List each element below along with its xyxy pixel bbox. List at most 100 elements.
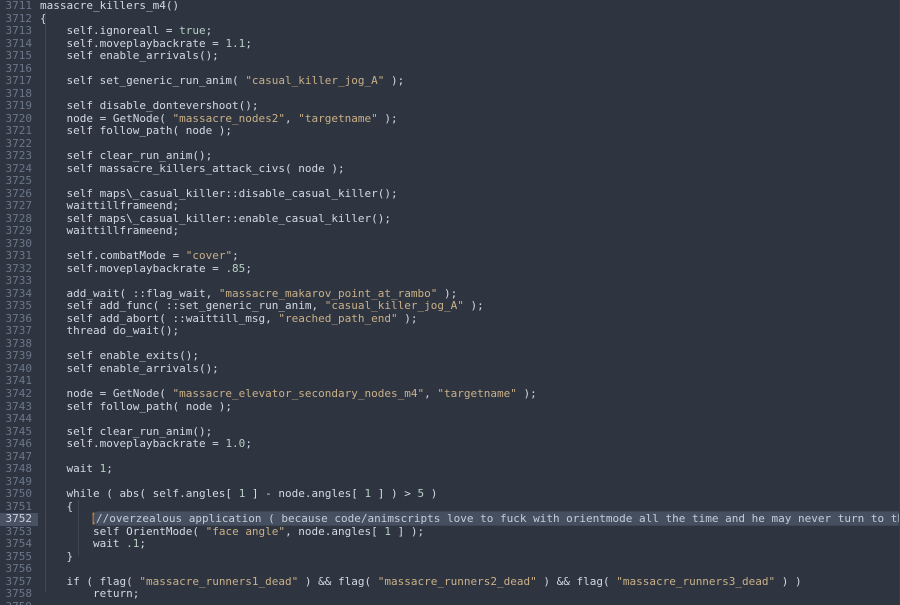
code-line[interactable]: thread do_wait(); bbox=[38, 325, 900, 338]
code-line[interactable]: massacre_killers_m4() bbox=[38, 0, 900, 13]
token-text: ) bbox=[424, 487, 438, 501]
token-text: self add_abort( ::waittill_msg, bbox=[40, 311, 279, 325]
code-line[interactable]: self.moveplaybackrate = .85; bbox=[38, 261, 900, 276]
token-text: massacre_killers_m4() bbox=[40, 0, 180, 12]
token-text: self disable_dontevershoot(); bbox=[40, 99, 259, 113]
line-number-gutter[interactable]: 3711 3712 3713 3714 3715 3716 3717 3718 3719 3720… bbox=[0, 0, 38, 605]
code-line[interactable]: self massacre_killers_attack_civs( node … bbox=[38, 161, 900, 176]
token-number: true bbox=[179, 24, 206, 38]
token-text: ] ); bbox=[391, 524, 425, 538]
line-number[interactable]: 3742 bbox=[0, 387, 38, 401]
token-text: , bbox=[424, 386, 438, 400]
token-string: "targetname" bbox=[437, 386, 517, 400]
line-number[interactable]: 3746 bbox=[0, 438, 38, 451]
line-number[interactable]: 3758 bbox=[0, 588, 38, 601]
line-number[interactable]: 3721 bbox=[0, 125, 38, 138]
token-text: return; bbox=[40, 587, 140, 601]
token-number: .1 bbox=[126, 537, 140, 551]
token-text: self.moveplaybackrate = bbox=[40, 261, 226, 275]
line-number[interactable]: 3725 bbox=[0, 175, 38, 188]
code-line[interactable]: wait .1; bbox=[38, 537, 900, 551]
token-text: self.moveplaybackrate = bbox=[40, 437, 226, 451]
line-number[interactable]: 3715 bbox=[0, 50, 38, 63]
token-text: self enable_exits(); bbox=[40, 349, 199, 363]
code-line[interactable]: waittillframeend; bbox=[38, 225, 900, 238]
token-text: self set_generic_run_anim( bbox=[40, 74, 246, 88]
token-text: self maps\_casual_killer::enable_casual_… bbox=[40, 211, 391, 225]
token-text: ] ) > bbox=[371, 487, 418, 501]
code-line[interactable]: self follow_path( node ); bbox=[38, 399, 900, 414]
line-number-active[interactable]: 3752 bbox=[0, 513, 38, 526]
token-text: ; bbox=[205, 24, 213, 38]
code-line[interactable]: return; bbox=[38, 587, 900, 601]
selected-comment-text: //overzealous application ( because code… bbox=[93, 512, 900, 526]
token-text: ); bbox=[397, 311, 418, 325]
token-text: self add_func( ::set_generic_run_anim, bbox=[40, 299, 325, 313]
token-number: 1.0 bbox=[225, 437, 246, 451]
token-text: ; bbox=[245, 36, 252, 50]
code-line[interactable]: self.moveplaybackrate = 1.0; bbox=[38, 437, 900, 451]
token-text: node = GetNode( bbox=[40, 386, 173, 400]
code-line[interactable]: while ( abs( self.angles[ 1 ] - node.ang… bbox=[38, 487, 900, 501]
code-line[interactable]: self enable_arrivals(); bbox=[38, 49, 900, 63]
line-number[interactable]: 3759 bbox=[0, 600, 38, 605]
token-string: "massacre_elevator_secondary_nodes_m4" bbox=[172, 386, 425, 400]
code-line[interactable] bbox=[38, 601, 900, 605]
token-string: "cover" bbox=[185, 249, 233, 263]
token-text: add_wait( ::flag_wait, bbox=[40, 286, 219, 300]
line-number[interactable]: 3723 bbox=[0, 150, 38, 163]
token-text: self clear_run_anim(); bbox=[40, 424, 213, 438]
token-text: ) ) bbox=[775, 574, 802, 588]
code-line[interactable]: wait 1; bbox=[38, 462, 900, 476]
code-line[interactable]: self enable_arrivals(); bbox=[38, 362, 900, 376]
token-text: ); bbox=[437, 286, 458, 300]
code-line[interactable]: } bbox=[38, 550, 900, 564]
token-string: "massacre_makarov_point_at_rambo" bbox=[218, 286, 438, 300]
token-number: .85 bbox=[225, 261, 246, 275]
line-number[interactable]: 3735 bbox=[0, 300, 38, 313]
token-string: "massacre_runners1_dead" bbox=[139, 574, 299, 588]
line-number[interactable]: 3711 bbox=[0, 0, 38, 13]
token-text: ); bbox=[377, 111, 398, 125]
token-text: ; bbox=[245, 437, 252, 451]
line-number[interactable]: 3756 bbox=[0, 563, 38, 576]
code-line[interactable]: self set_generic_run_anim( "casual_kille… bbox=[38, 74, 900, 88]
code-line[interactable]: self OrientMode( "face angle", node.angl… bbox=[38, 524, 900, 539]
line-number[interactable]: 3727 bbox=[0, 200, 38, 213]
token-text: ); bbox=[384, 74, 405, 88]
token-text: self enable_arrivals(); bbox=[40, 49, 219, 63]
token-text: self clear_run_anim(); bbox=[40, 149, 213, 163]
token-text: self follow_path( node ); bbox=[40, 124, 233, 138]
token-text: self massacre_killers_attack_civs( node … bbox=[40, 161, 345, 175]
indent-guide bbox=[78, 500, 79, 556]
token-text: self.combatMode = bbox=[40, 249, 186, 263]
token-text: ); bbox=[463, 299, 484, 313]
token-text: , bbox=[285, 111, 299, 125]
token-text: , node.angles[ bbox=[285, 524, 385, 538]
token-text: waittillframeend; bbox=[40, 199, 180, 213]
token-text: waittillframeend; bbox=[40, 224, 180, 238]
line-number[interactable]: 3744 bbox=[0, 412, 38, 426]
line-number[interactable]: 3731 bbox=[0, 250, 38, 263]
token-text: ; bbox=[139, 537, 146, 551]
line-number[interactable]: 3754 bbox=[0, 538, 38, 551]
line-number[interactable]: 3719 bbox=[0, 100, 38, 113]
token-text: self follow_path( node ); bbox=[40, 399, 233, 413]
code-line[interactable] bbox=[38, 451, 900, 464]
token-number: 1.1 bbox=[225, 36, 246, 50]
line-number[interactable]: 3713 bbox=[0, 25, 38, 38]
line-number[interactable]: 3750 bbox=[0, 488, 38, 501]
code-line[interactable]: self follow_path( node ); bbox=[38, 124, 900, 138]
token-text: self maps\_casual_killer::disable_casual… bbox=[40, 186, 398, 200]
line-number[interactable]: 3733 bbox=[0, 275, 38, 288]
code-content-area[interactable]: massacre_killers_m4(){ self.ignoreall = … bbox=[38, 0, 900, 605]
code-editor[interactable]: 3711 3712 3713 3714 3715 3716 3717 3718 3719 3720… bbox=[0, 0, 900, 605]
token-text: ; bbox=[245, 261, 252, 275]
line-number[interactable]: 3717 bbox=[0, 75, 38, 88]
line-number[interactable]: 3729 bbox=[0, 225, 38, 238]
indent-guide bbox=[45, 12, 46, 592]
token-text: if ( flag( bbox=[40, 574, 140, 588]
code-line[interactable]: if ( flag( "massacre_runners1_dead" ) &&… bbox=[38, 574, 900, 589]
line-number[interactable]: 3748 bbox=[0, 463, 38, 476]
